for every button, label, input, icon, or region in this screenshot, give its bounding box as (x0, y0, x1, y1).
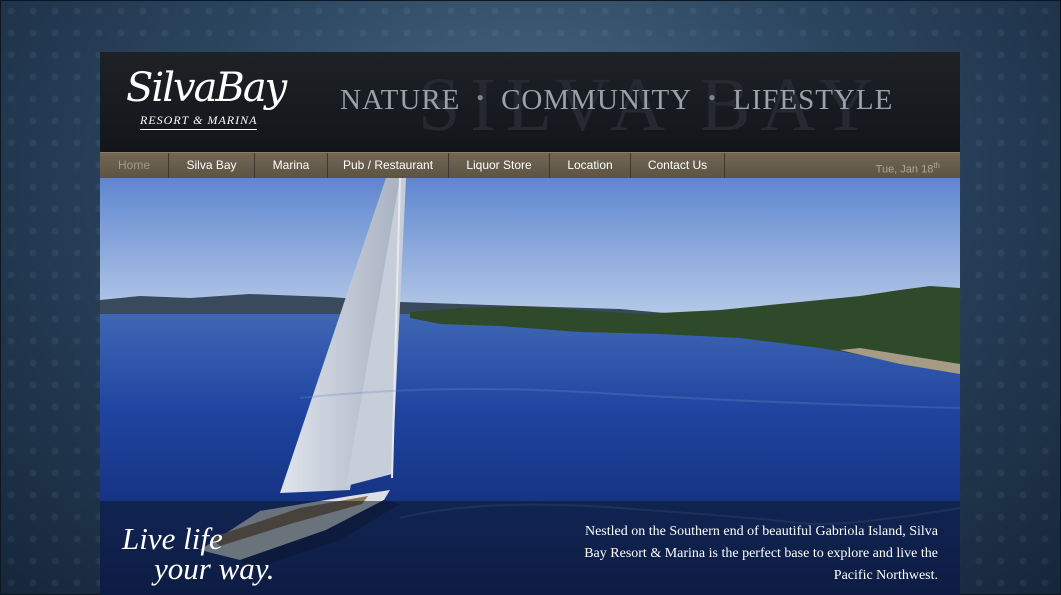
logo-subtitle: RESORT & MARINA (140, 113, 258, 130)
tagline-word-community: COMMUNITY (501, 84, 693, 116)
site-container: SILVA BAY SilvaBay RESORT & MARINA NATUR… (100, 52, 960, 595)
logo-script-text: SilvaBay (126, 65, 287, 111)
hero-slogan: Live life your way. (122, 523, 275, 586)
header-tagline: NATURE • COMMUNITY • LIFESTYLE (340, 84, 893, 117)
nav-item-silva-bay[interactable]: Silva Bay (169, 153, 255, 178)
tagline-word-lifestyle: LIFESTYLE (732, 84, 894, 116)
tagline-separator: • (476, 85, 486, 110)
current-date: Tue, Jan 18th (876, 153, 940, 178)
nav-item-home[interactable]: Home (100, 153, 169, 178)
date-suffix: th (933, 161, 940, 170)
nav-item-liquor-store[interactable]: Liquor Store (449, 153, 550, 178)
hero-banner: Live life your way. Nestled on the South… (100, 178, 960, 595)
nav-item-pub-restaurant[interactable]: Pub / Restaurant (328, 153, 449, 178)
main-nav: Home Silva Bay Marina Pub / Restaurant L… (100, 152, 960, 178)
site-header: SILVA BAY SilvaBay RESORT & MARINA NATUR… (100, 52, 960, 152)
nav-item-location[interactable]: Location (550, 153, 631, 178)
tagline-word-nature: NATURE (340, 84, 461, 116)
slogan-line-2: your way. (154, 551, 275, 586)
nav-item-contact-us[interactable]: Contact Us (631, 153, 725, 178)
date-text: Tue, Jan 18 (875, 163, 934, 176)
hero-intro-text: Nestled on the Southern end of beautiful… (584, 524, 938, 583)
tagline-separator: • (708, 85, 717, 110)
nav-item-marina[interactable]: Marina (255, 153, 328, 178)
site-logo[interactable]: SilvaBay RESORT & MARINA (126, 66, 296, 138)
